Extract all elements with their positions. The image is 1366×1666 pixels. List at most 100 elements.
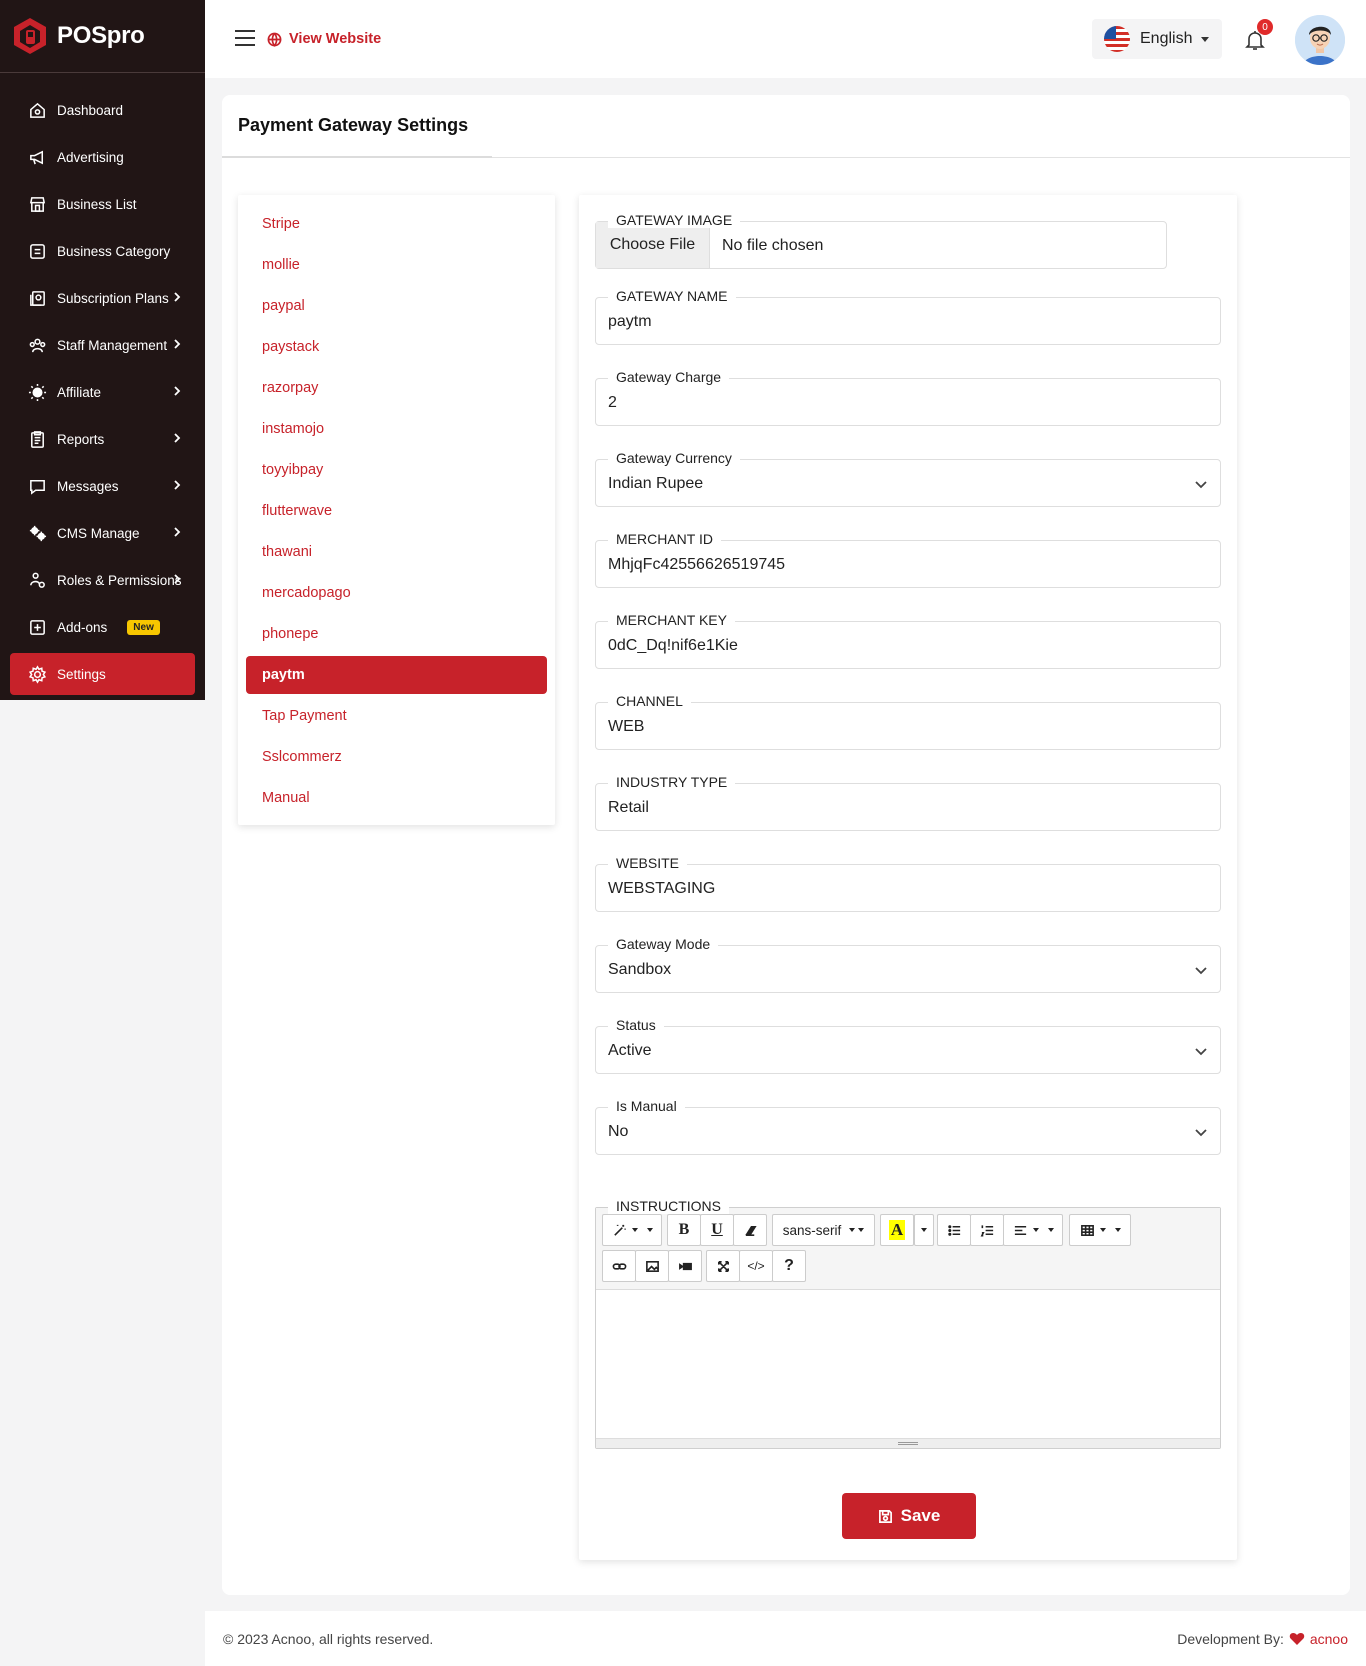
magic-style-button[interactable] <box>602 1214 662 1246</box>
chevron-right-icon <box>171 432 183 444</box>
gateway-item-sslcommerz[interactable]: Sslcommerz <box>246 738 547 776</box>
gateway-item-paytm[interactable]: paytm <box>246 656 547 694</box>
sidebar-item-business-category[interactable]: Business Category <box>10 230 195 272</box>
field-value: Sandbox <box>608 961 672 978</box>
sidebar-item-settings[interactable]: Settings <box>10 653 195 695</box>
developer-prefix: Development By: <box>1177 1631 1284 1647</box>
gateway-item-mollie[interactable]: mollie <box>246 246 547 284</box>
gateway-item-toyyibpay[interactable]: toyyibpay <box>246 451 547 489</box>
field-value: WEBSTAGING <box>608 880 716 897</box>
table-button[interactable] <box>1069 1214 1131 1246</box>
gateway-currency-select[interactable]: Gateway Currency Indian Rupee <box>595 450 1221 507</box>
gateway-item-mercadopago[interactable]: mercadopago <box>246 574 547 612</box>
text-color-icon: A <box>888 1220 906 1240</box>
gateway-mode-select[interactable]: Gateway Mode Sandbox <box>595 936 1221 993</box>
field-value: Active <box>608 1042 652 1059</box>
gateway-item-thawani[interactable]: thawani <box>246 533 547 571</box>
clear-format-button[interactable] <box>733 1214 767 1246</box>
sidebar-item-label: Messages <box>57 478 119 494</box>
addon-icon <box>27 617 47 637</box>
field-label: Status <box>608 1017 664 1033</box>
picture-button[interactable] <box>635 1250 669 1282</box>
sidebar-item-affiliate[interactable]: Affiliate <box>10 371 195 413</box>
choose-file-button[interactable]: Choose File <box>596 222 710 268</box>
editor-resize-handle[interactable] <box>596 1438 1220 1448</box>
gateway-item-paypal[interactable]: paypal <box>246 287 547 325</box>
gateway-item-instamojo[interactable]: instamojo <box>246 410 547 448</box>
gateway-item-phonepe[interactable]: phonepe <box>246 615 547 653</box>
code-view-button[interactable]: </> <box>739 1250 773 1282</box>
sidebar-item-dashboard[interactable]: Dashboard <box>10 89 195 131</box>
instructions-textarea[interactable] <box>596 1290 1220 1432</box>
merchant-key-input[interactable]: MERCHANT KEY 0dC_Dq!nif6e1Kie <box>595 612 1221 669</box>
affiliate-icon <box>27 382 47 402</box>
megaphone-icon <box>27 147 47 167</box>
gateway-charge-input[interactable]: Gateway Charge 2 <box>595 369 1221 426</box>
gateway-item-razorpay[interactable]: razorpay <box>246 369 547 407</box>
is-manual-select[interactable]: Is Manual No <box>595 1098 1221 1155</box>
gear-icon <box>27 664 47 684</box>
message-icon <box>27 476 47 496</box>
sidebar-item-label: Affiliate <box>57 384 102 400</box>
magic-wand-icon <box>613 1224 626 1236</box>
sidebar-item-advertising[interactable]: Advertising <box>10 136 195 178</box>
language-selector[interactable]: English <box>1092 19 1222 59</box>
copyright-text: © 2023 Acnoo, all rights reserved. <box>223 1631 434 1647</box>
brand[interactable]: POSpro <box>0 0 205 73</box>
paragraph-align-button[interactable] <box>1003 1214 1063 1246</box>
underline-button[interactable]: U <box>700 1214 734 1246</box>
gateway-item-tap-payment[interactable]: Tap Payment <box>246 697 547 735</box>
ordered-list-button[interactable] <box>970 1214 1004 1246</box>
status-select[interactable]: Status Active <box>595 1017 1221 1074</box>
globe-icon <box>267 32 282 47</box>
sidebar-item-messages[interactable]: Messages <box>10 465 195 507</box>
fullscreen-button[interactable] <box>706 1250 740 1282</box>
industry-type-input[interactable]: INDUSTRY TYPE Retail <box>595 774 1221 831</box>
chevron-right-icon <box>171 338 183 350</box>
ordered-list-icon <box>980 1224 993 1236</box>
editor-toolbar: B U sans-serif A </> ? <box>596 1208 1220 1290</box>
save-icon <box>878 1509 892 1523</box>
align-left-icon <box>1014 1225 1026 1235</box>
menu-toggle-icon[interactable] <box>235 30 255 46</box>
bullet-list-button[interactable] <box>937 1214 971 1246</box>
sidebar-item-label: Reports <box>57 431 105 447</box>
gateway-item-stripe[interactable]: Stripe <box>246 205 547 243</box>
text-color-dropdown[interactable] <box>914 1214 934 1246</box>
user-avatar[interactable] <box>1295 15 1345 65</box>
notification-bell[interactable]: 0 <box>1243 19 1273 56</box>
gateway-item-paystack[interactable]: paystack <box>246 328 547 366</box>
channel-input[interactable]: CHANNEL WEB <box>595 693 1221 750</box>
video-button[interactable] <box>668 1250 702 1282</box>
gateway-name-input[interactable]: GATEWAY NAME paytm <box>595 288 1221 345</box>
field-value: No <box>608 1123 629 1140</box>
gateway-item-flutterwave[interactable]: flutterwave <box>246 492 547 530</box>
text-color-button[interactable]: A <box>880 1214 914 1246</box>
sidebar-item-subscription-plans[interactable]: Subscription Plans <box>10 277 195 319</box>
bold-button[interactable]: B <box>667 1214 701 1246</box>
sidebar-item-reports[interactable]: Reports <box>10 418 195 460</box>
sidebar-item-staff-management[interactable]: Staff Management <box>10 324 195 366</box>
link-button[interactable] <box>602 1250 636 1282</box>
sidebar-item-cms-manage[interactable]: CMS Manage <box>10 512 195 554</box>
developer-credit: Development By: acnoo <box>1177 1631 1348 1647</box>
sidebar-item-business-list[interactable]: Business List <box>10 183 195 225</box>
save-button[interactable]: Save <box>842 1493 976 1539</box>
field-label: GATEWAY NAME <box>608 288 736 304</box>
gateway-item-manual[interactable]: Manual <box>246 779 547 817</box>
view-website-link[interactable]: View Website <box>267 31 381 47</box>
field-value: Retail <box>608 799 649 816</box>
sidebar-item-roles-permissions[interactable]: Roles & Permissions <box>10 559 195 601</box>
roles-icon <box>27 570 47 590</box>
brand-name: POSpro <box>57 22 145 49</box>
new-badge: New <box>127 619 160 635</box>
gateway-image-field[interactable]: Choose File No file chosen GATEWAY IMAGE <box>595 212 1167 269</box>
help-button[interactable]: ? <box>772 1250 806 1282</box>
field-label: WEBSITE <box>608 855 688 871</box>
font-family-select[interactable]: sans-serif <box>772 1214 875 1246</box>
sidebar-item-add-ons[interactable]: Add-ons New <box>10 606 195 648</box>
merchant-id-input[interactable]: MERCHANT ID MhjqFc42556626519745 <box>595 531 1221 588</box>
chevron-down-icon <box>1194 963 1208 977</box>
developer-link[interactable]: acnoo <box>1310 1631 1348 1647</box>
website-input[interactable]: WEBSITE WEBSTAGING <box>595 855 1221 912</box>
